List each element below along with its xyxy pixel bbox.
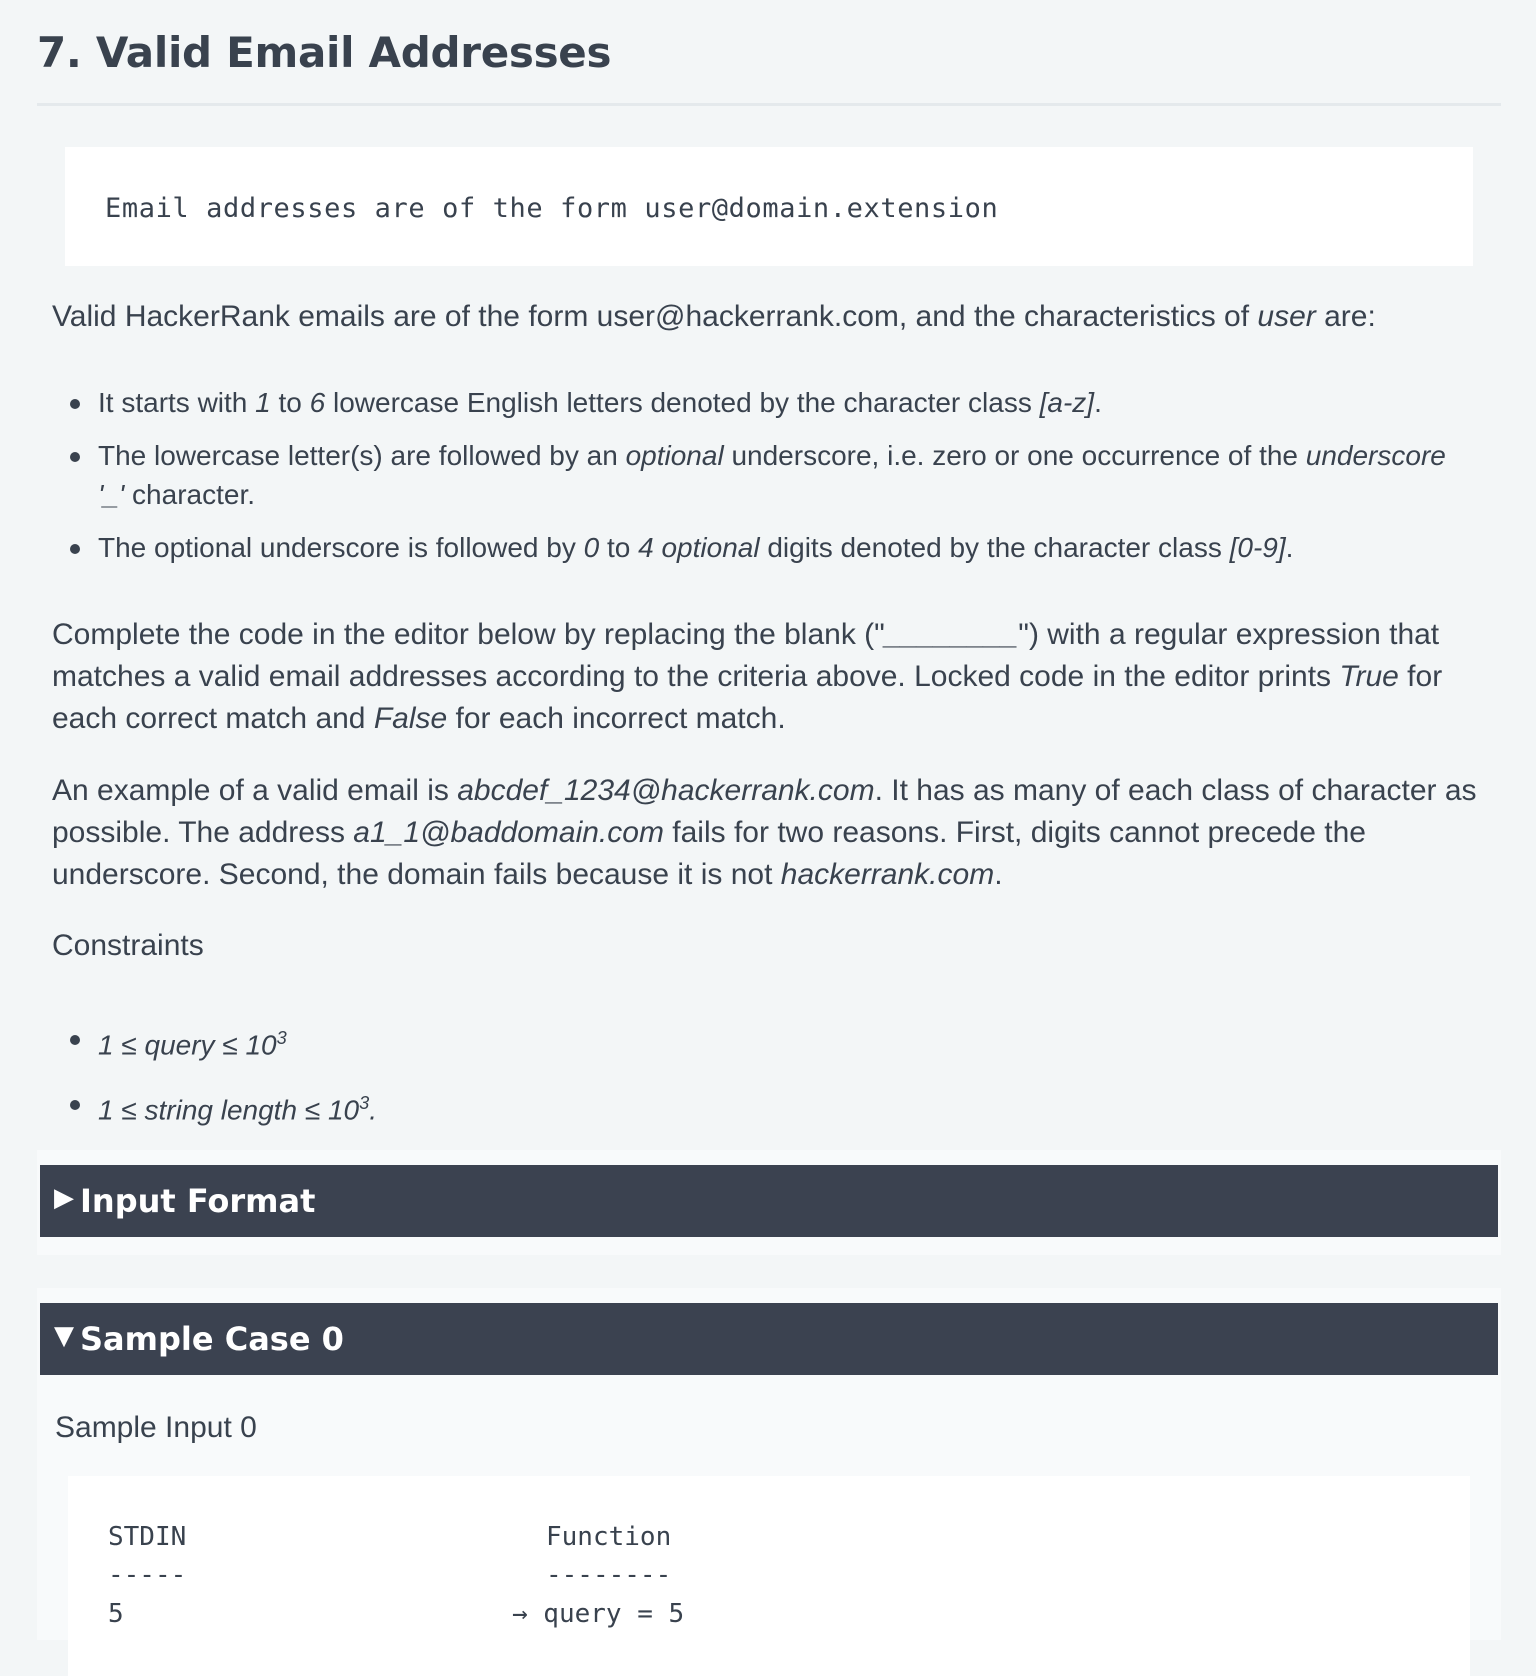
false-keyword: False [373, 702, 448, 735]
sample-case-label: Sample Case 0 [80, 1320, 344, 1358]
sample-case-toggle[interactable]: ▼ Sample Case 0 [40, 1303, 1498, 1375]
bullet-dot-icon [70, 452, 80, 462]
intro-emphasis: user [1257, 300, 1316, 333]
expand-arrow-icon: ▶ [54, 1183, 74, 1213]
rule-text: . [1285, 532, 1294, 563]
instructions-text: for each incorrect match. [447, 702, 786, 735]
constraint-exponent: 3 [359, 1093, 370, 1114]
input-format-label: Input Format [80, 1182, 316, 1220]
instructions-text: Complete the code in the editor below by… [52, 618, 885, 651]
stdin-value: 5 [108, 1599, 124, 1629]
rule-emphasis: 4 optional [638, 532, 760, 563]
constraint-tail: . [369, 1094, 378, 1126]
intro-text: Valid HackerRank emails are of the form … [52, 300, 1258, 333]
rule-text: to [599, 532, 639, 563]
instructions-paragraph: Complete the code in the editor below by… [52, 614, 1492, 740]
rule-text: character. [124, 479, 255, 510]
bullet-dot-icon [70, 1035, 80, 1045]
intro-paragraph: Valid HackerRank emails are of the form … [52, 296, 1492, 338]
blank-placeholder: ________ [884, 618, 1019, 651]
constraint-exponent: 3 [276, 1028, 287, 1048]
list-item: 1 ≤ string length ≤ 103. [52, 1084, 1472, 1129]
function-header: Function [546, 1522, 672, 1552]
title-divider [37, 103, 1501, 106]
rule-emphasis: 0 [583, 532, 600, 563]
rule-emphasis: [a-z] [1039, 387, 1095, 418]
stdin-header: STDIN [108, 1522, 187, 1552]
function-rule: -------- [546, 1560, 672, 1590]
rule-text: The lowercase letter(s) are followed by … [98, 440, 626, 471]
sample-input-heading: Sample Input 0 [55, 1411, 257, 1444]
rule-text: digits denoted by the character class [759, 532, 1230, 563]
list-item: It starts with 1 to 6 lowercase English … [52, 383, 1472, 422]
rules-list: It starts with 1 to 6 lowercase English … [52, 383, 1472, 567]
list-item: The optional underscore is followed by 0… [52, 528, 1472, 567]
rule-emphasis: [0-9] [1229, 532, 1286, 563]
example-domain: hackerrank.com [780, 858, 995, 891]
rule-emphasis: optional [625, 440, 724, 471]
rule-text: to [270, 387, 310, 418]
example-text: An example of a valid email is [52, 774, 458, 807]
rule-text: The optional underscore is followed by [98, 532, 584, 563]
bullet-dot-icon [70, 399, 80, 409]
rule-text: underscore, i.e. zero or one occurrence … [723, 440, 1306, 471]
stdin-rule: ----- [108, 1560, 187, 1590]
list-item: The lowercase letter(s) are followed by … [52, 436, 1472, 514]
example-invalid-email: a1_1@baddomain.com [353, 816, 664, 849]
example-paragraph: An example of a valid email is abcdef_12… [52, 770, 1492, 896]
example-text: . [994, 858, 1003, 891]
bullet-dot-icon [70, 1100, 80, 1111]
collapse-arrow-icon: ▼ [54, 1321, 74, 1351]
rule-emphasis: 6 [309, 387, 326, 418]
sample-input-block: STDIN Function ----- -------- 5 → query … [68, 1476, 1470, 1676]
rule-emphasis: 1 [255, 387, 271, 418]
rule-text: . [1094, 387, 1102, 418]
email-form-code: Email addresses are of the form user@dom… [105, 193, 999, 224]
page-title: 7. Valid Email Addresses [37, 28, 612, 77]
constraints-heading: Constraints [52, 929, 204, 962]
constraints-list: 1 ≤ query ≤ 103 1 ≤ string length ≤ 103. [52, 1019, 1472, 1130]
list-item: 1 ≤ query ≤ 103 [52, 1019, 1472, 1064]
bullet-dot-icon [70, 544, 80, 554]
constraint-text: 1 ≤ query ≤ 10 [98, 1029, 277, 1061]
rule-text: It starts with [98, 387, 256, 418]
intro-text-end: are: [1315, 300, 1376, 333]
rule-text: lowercase English letters denoted by the… [325, 387, 1040, 418]
email-form-code-block: Email addresses are of the form user@dom… [65, 147, 1473, 266]
constraint-text: 1 ≤ string length ≤ 10 [98, 1094, 360, 1126]
function-value: → query = 5 [512, 1599, 685, 1629]
example-valid-email: abcdef_1234@hackerrank.com [457, 774, 875, 807]
input-format-toggle[interactable]: ▶ Input Format [40, 1165, 1498, 1237]
true-keyword: True [1339, 660, 1399, 693]
